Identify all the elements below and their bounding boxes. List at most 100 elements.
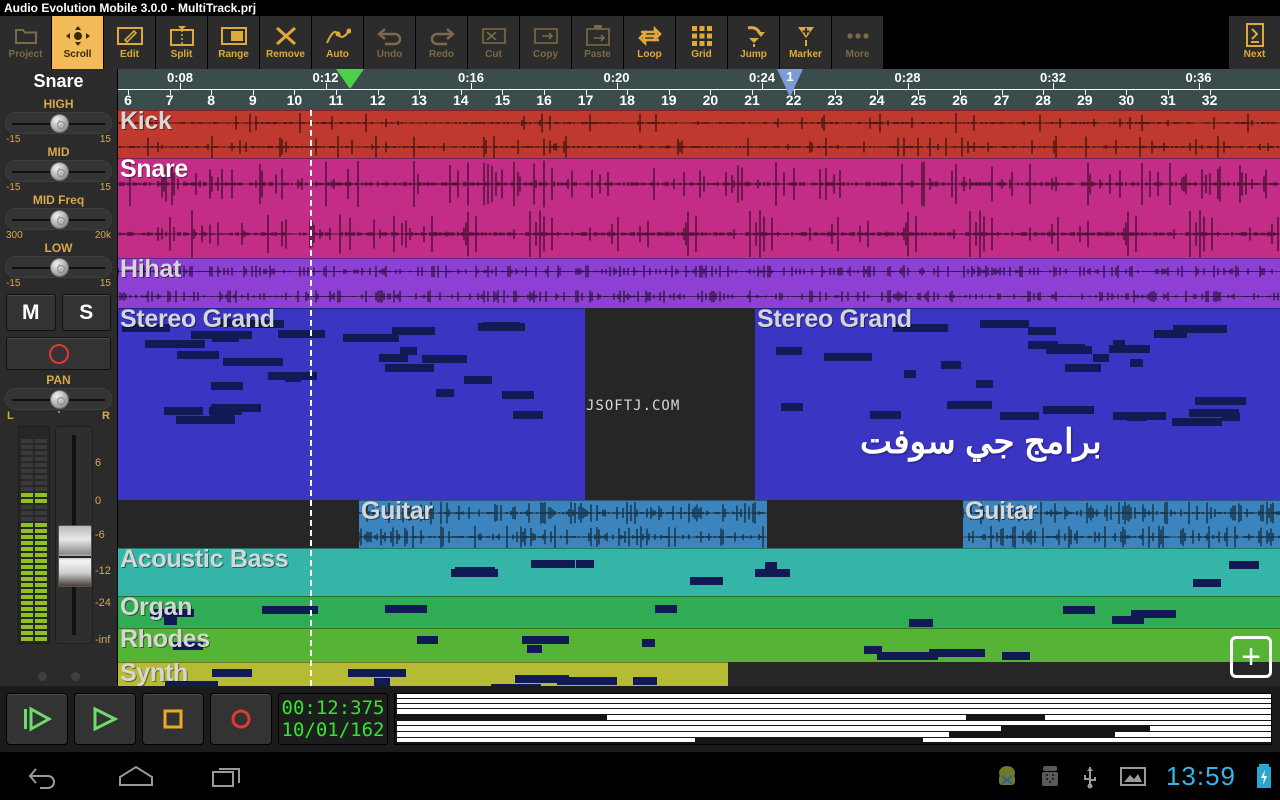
toolbar-button-redo[interactable]: Redo: [416, 16, 467, 69]
clip-acoustic-bass[interactable]: Acoustic Bass: [118, 548, 1280, 596]
pan-slider-track[interactable]: [5, 388, 112, 410]
toolbar-button-project[interactable]: Project: [0, 16, 51, 69]
clip-organ[interactable]: Organ: [118, 596, 1280, 628]
timecode-display[interactable]: 00:12:375 10/01/162: [278, 693, 388, 745]
eq-slider-knob[interactable]: [50, 162, 69, 181]
toolbar-button-loop[interactable]: Loop: [624, 16, 675, 69]
eq-slider-track[interactable]: [5, 256, 112, 278]
home-icon[interactable]: [116, 763, 156, 789]
track-lane-organ[interactable]: Organ: [118, 596, 1280, 628]
toolbar-button-grid[interactable]: Grid: [676, 16, 727, 69]
clip-stereo-grand[interactable]: Stereo Grand: [118, 308, 585, 500]
toolbar-button-scroll[interactable]: Scroll: [52, 16, 103, 69]
ruler-bar-label: 18: [619, 92, 635, 108]
meter-segment: [35, 487, 47, 491]
toolbar-button-jump[interactable]: Jump: [728, 16, 779, 69]
toolbar-button-range[interactable]: Range: [208, 16, 259, 69]
eq-slider-track[interactable]: [5, 112, 112, 134]
track-lane-rhodes[interactable]: Rhodes: [118, 628, 1280, 662]
eq-slider-label: HIGH: [5, 97, 112, 111]
split-icon: [169, 25, 195, 47]
meter-segment: [21, 469, 33, 473]
toolbar-button-remove[interactable]: Remove: [260, 16, 311, 69]
main-toolbar: ProjectScrollEditSplitRangeRemoveAuto Und…: [0, 16, 1280, 69]
clip-name-label: Stereo Grand: [757, 308, 912, 334]
meter-segment: [21, 613, 33, 617]
track-lane-hihat[interactable]: Hihat: [118, 258, 1280, 308]
eq-min-label: -15: [6, 278, 20, 289]
ruler-bar-row[interactable]: 6789101112131415161718192021222324252627…: [118, 89, 1280, 110]
track-lane-stereo-grand[interactable]: Stereo Grand Stereo Grand: [118, 308, 1280, 500]
record-arm-button[interactable]: [6, 337, 111, 370]
playhead[interactable]: [310, 110, 312, 686]
toolbar-button-more[interactable]: More: [832, 16, 883, 69]
app-root: Audio Evolution Mobile 3.0.0 - MultiTrac…: [0, 0, 1280, 800]
eq-slider-knob[interactable]: [50, 114, 69, 133]
locator-marker-label: 1: [786, 69, 793, 84]
eq-slider-mid[interactable]: MID-1515: [5, 145, 112, 193]
volume-fader[interactable]: [55, 426, 93, 644]
track-lane-snare[interactable]: Snare: [118, 158, 1280, 258]
mute-button[interactable]: M: [6, 294, 56, 331]
timeline-area[interactable]: 0:080:120:160:200:240:280:320:360:40 678…: [118, 69, 1280, 686]
meter-segment: [35, 589, 47, 593]
status-clock: 13:59: [1166, 761, 1236, 792]
track-lane-synth[interactable]: Synth: [118, 662, 1280, 686]
toolbar-button-label: Copy: [533, 49, 558, 60]
play-button[interactable]: [74, 693, 136, 745]
eq-slider-mid-freq[interactable]: MID Freq30020k: [5, 193, 112, 241]
pan-slider-knob[interactable]: [50, 390, 69, 409]
clip-guitar[interactable]: Guitar: [359, 500, 767, 548]
meter-segment: [21, 619, 33, 623]
play-from-start-button[interactable]: [6, 693, 68, 745]
track-lane-kick[interactable]: Kick: [118, 110, 1280, 158]
toolbar-button-edit[interactable]: Edit: [104, 16, 155, 69]
add-track-button[interactable]: +: [1230, 636, 1272, 678]
clip-snare[interactable]: Snare: [118, 158, 1280, 258]
toolbar-button-paste[interactable]: Paste: [572, 16, 623, 69]
panel-page-dots[interactable]: [0, 671, 118, 682]
clip-name-label: Synth: [120, 662, 188, 686]
ruler-time-row[interactable]: 0:080:120:160:200:240:280:320:360:40: [118, 69, 1280, 89]
toolbar-button-label: Undo: [377, 49, 403, 60]
toolbar-button-next[interactable]: Next: [1229, 16, 1280, 69]
clip-hihat[interactable]: Hihat: [118, 258, 1280, 308]
timeline-ruler[interactable]: 0:080:120:160:200:240:280:320:360:40 678…: [118, 69, 1280, 110]
clip-kick[interactable]: Kick: [118, 110, 1280, 158]
project-overview[interactable]: [394, 693, 1272, 745]
pan-slider[interactable]: L R: [0, 388, 117, 422]
toolbar-button-marker[interactable]: Marker: [780, 16, 831, 69]
ruler-bar-label: 28: [1035, 92, 1051, 108]
clip-stereo-grand[interactable]: Stereo Grand: [755, 308, 1280, 500]
back-icon[interactable]: [26, 763, 62, 789]
pan-center-dot: [58, 411, 60, 413]
page-dot-2[interactable]: [70, 671, 81, 682]
page-dot-1[interactable]: [37, 671, 48, 682]
eq-slider-high[interactable]: HIGH-1515: [5, 97, 112, 145]
toolbar-button-cut[interactable]: Cut: [468, 16, 519, 69]
eq-slider-low[interactable]: LOW-1515: [5, 241, 112, 289]
eq-slider-track[interactable]: [5, 160, 112, 182]
track-lane-guitar[interactable]: Guitar Guitar: [118, 500, 1280, 548]
recents-icon[interactable]: [210, 763, 246, 789]
track-lanes[interactable]: SynthRhodesOrganAcoustic BassGuitarGuita…: [118, 110, 1280, 686]
toolbar-button-copy[interactable]: Copy: [520, 16, 571, 69]
toolbar-button-split[interactable]: Split: [156, 16, 207, 69]
clip-guitar[interactable]: Guitar: [963, 500, 1280, 548]
toolbar-button-undo[interactable]: Undo: [364, 16, 415, 69]
meter-segment: [35, 547, 47, 551]
fader-handle[interactable]: [58, 525, 92, 587]
clip-synth[interactable]: Synth: [118, 662, 728, 686]
eq-slider-knob[interactable]: [50, 258, 69, 277]
toolbar-button-label: Paste: [584, 49, 611, 60]
ruler-bar-label: 8: [207, 92, 215, 108]
stop-button[interactable]: [142, 693, 204, 745]
toolbar-button-auto[interactable]: Auto: [312, 16, 363, 69]
eq-slider-knob[interactable]: [50, 210, 69, 229]
meter-column-left: [21, 429, 33, 641]
solo-button[interactable]: S: [62, 294, 112, 331]
record-button[interactable]: [210, 693, 272, 745]
clip-rhodes[interactable]: Rhodes: [118, 628, 1280, 662]
eq-slider-track[interactable]: [5, 208, 112, 230]
track-lane-acoustic-bass[interactable]: Acoustic Bass: [118, 548, 1280, 596]
